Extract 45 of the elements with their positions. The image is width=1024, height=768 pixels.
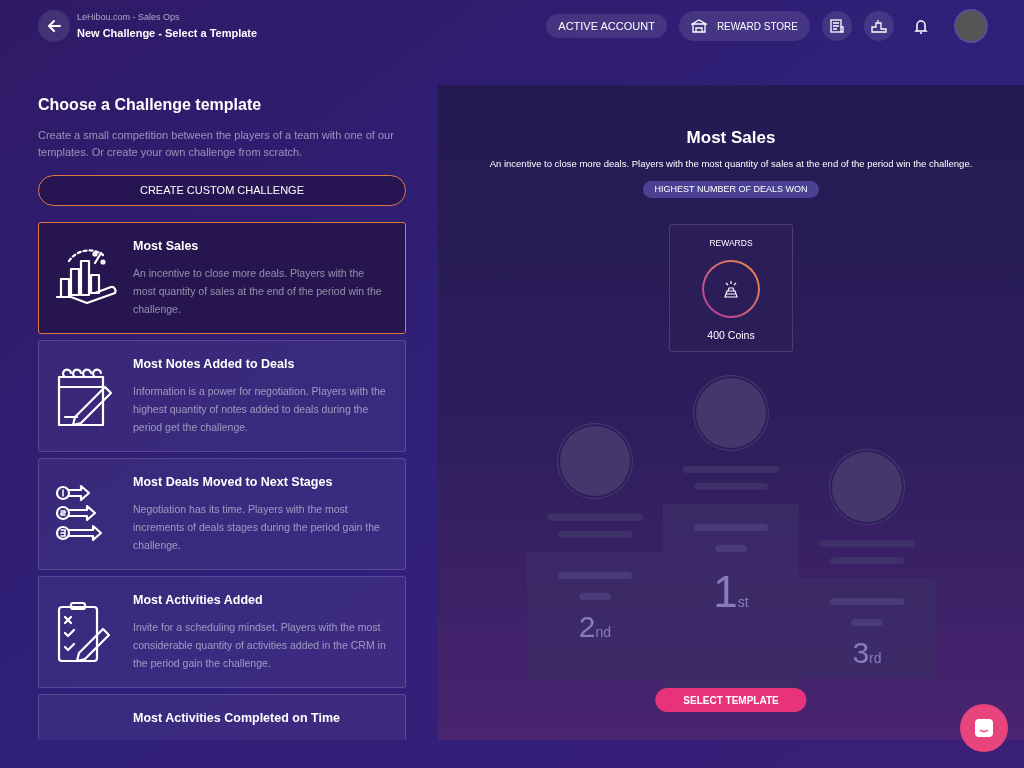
podium-rank: 3rd	[852, 636, 882, 670]
template-description: Invite for a scheduling mindset. Players with the most considerable quantity of activities added in the CRM in the period gain the challenge.	[133, 619, 387, 671]
intro-text: Create a small competition between the players of a team with one of our templates. Or create your own challenge from scratch.	[38, 128, 395, 160]
template-description: An incentive to close more deals. Players with the most quantity of sales at the end of the period win the challenge.	[133, 265, 383, 317]
podium-rank: 2nd	[578, 610, 612, 644]
template-card[interactable]: Most Activities Added Invite for a scheduling mindset. Players with the most considerable quantity of activities added in the CRM in the period gain the challenge.	[38, 576, 406, 688]
template-title: Most Sales	[133, 238, 200, 255]
preview-description: An incentive to close more deals. Players with the most quantity of sales at the end of the period win the challenge.	[489, 156, 973, 171]
podium-icon	[871, 19, 887, 33]
template-description: Information is a power for negotiation. Players with the highest quantity of notes added to deals during the period get the challenge.	[133, 383, 387, 435]
create-custom-challenge-button[interactable]: CREATE CUSTOM CHALLENGE	[38, 175, 406, 206]
template-title: Most Notes Added to Deals	[133, 356, 296, 373]
breadcrumb: LeHibou.com - Sales Ops	[77, 11, 181, 24]
back-button[interactable]	[38, 10, 70, 42]
template-title: Most Activities Completed on Time	[133, 710, 340, 727]
template-card[interactable]: Most Sales An incentive to close more deals. Players with the most quantity of sales at the end of the period win the challenge.	[38, 222, 406, 334]
chat-launcher-button[interactable]	[960, 704, 1008, 752]
hand-chart-icon	[55, 249, 119, 307]
rewards-label: REWARDS	[709, 237, 753, 250]
bars-stack-icon	[722, 280, 740, 298]
report-button[interactable]	[822, 11, 852, 41]
template-description: Negotiation has its time. Players with the most increments of deals stages during the period gain the challenge.	[133, 501, 381, 553]
avatar-placeholder	[560, 426, 630, 497]
page-title: New Challenge - Select a Template	[77, 25, 258, 41]
template-title: Most Deals Moved to Next Stages	[133, 474, 334, 491]
document-icon	[830, 19, 844, 33]
template-title: Most Activities Added	[133, 592, 264, 609]
avatar-placeholder	[696, 378, 766, 449]
reward-amount: 400 Coins	[707, 328, 755, 343]
metric-tag: HIGHEST NUMBER OF DEALS WON	[642, 180, 820, 199]
podium-rank: 1st	[713, 567, 749, 617]
select-template-button[interactable]: SELECT TEMPLATE	[655, 688, 807, 712]
section-heading: Choose a Challenge template	[38, 95, 263, 115]
reward-store-button[interactable]: REWARD STORE	[678, 11, 810, 41]
preview-title: Most Sales	[686, 127, 776, 149]
storefront-icon	[690, 19, 707, 33]
active-account-button[interactable]: ACTIVE ACCOUNT	[546, 14, 667, 38]
chat-icon	[974, 718, 994, 738]
back-arrow-icon	[47, 19, 61, 33]
template-card[interactable]: Most Activities Completed on Time	[38, 694, 406, 740]
bell-icon	[914, 18, 928, 34]
avatar-placeholder	[832, 452, 902, 523]
leaderboard-button[interactable]	[864, 11, 894, 41]
template-card[interactable]: Most Deals Moved to Next Stages Negotiation has its time. Players with the most increments of deals stages during the period gain the challenge.	[38, 458, 406, 570]
template-card[interactable]: Most Notes Added to Deals Information is a power for negotiation. Players with the highest quantity of notes added to deals during the period get the challenge.	[38, 340, 406, 452]
